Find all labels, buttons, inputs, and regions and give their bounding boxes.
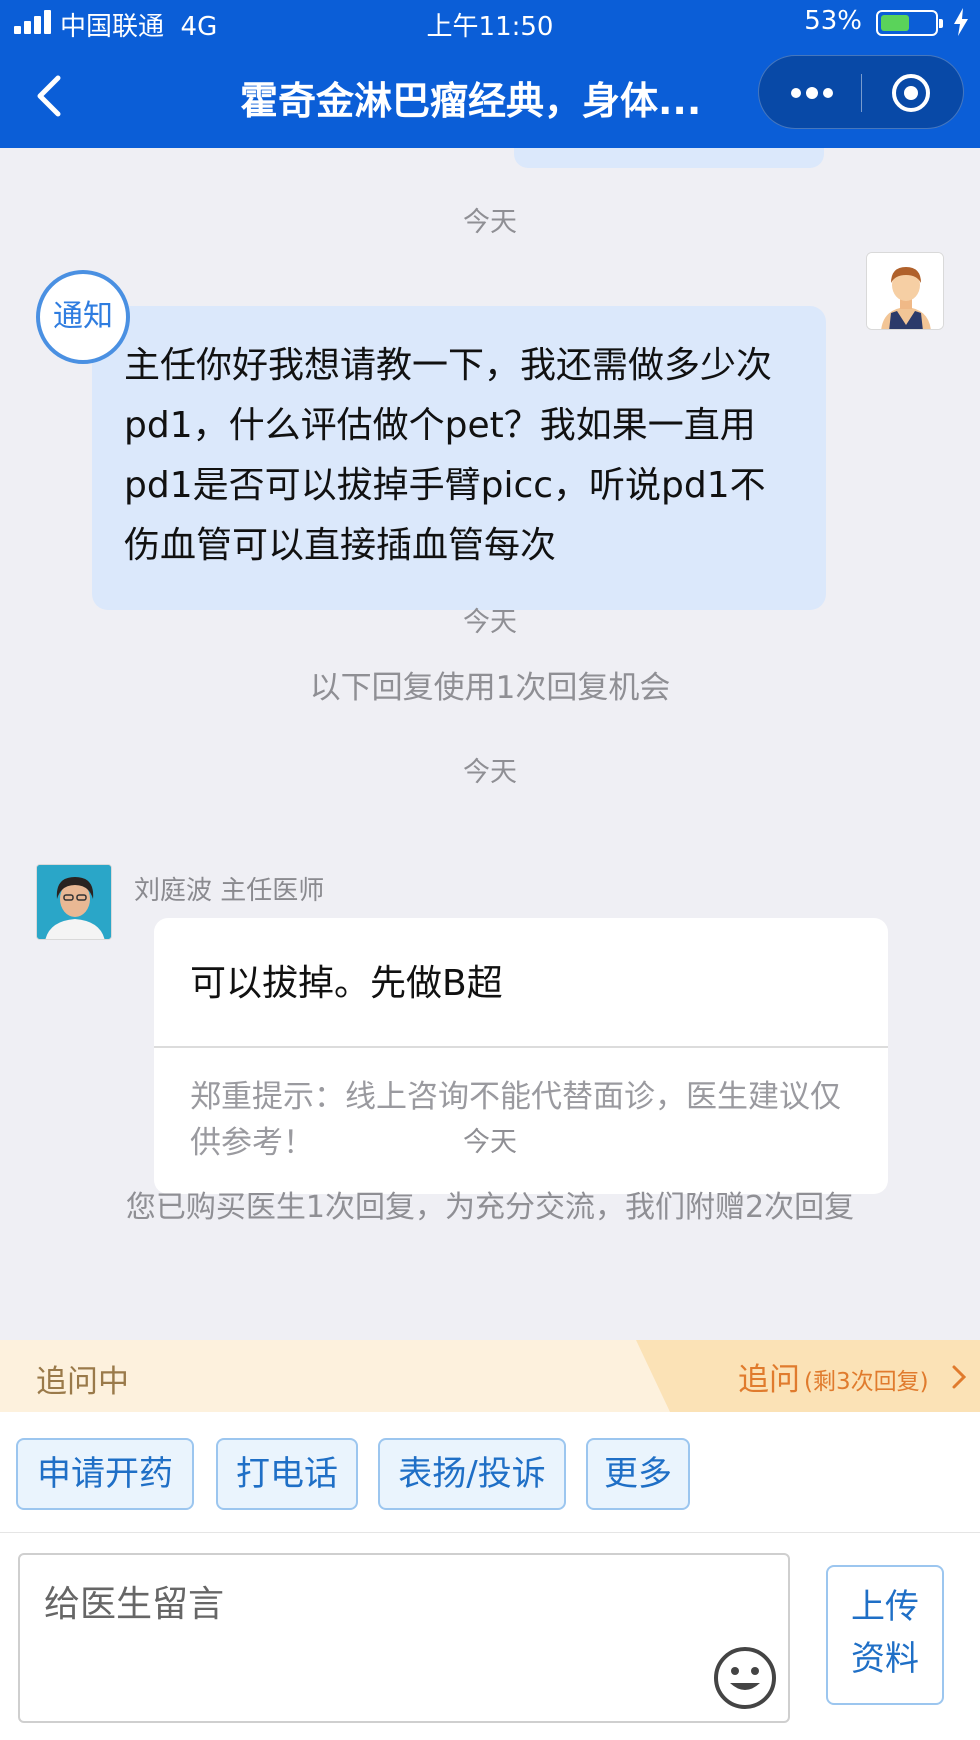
call-button[interactable]: 打电话 xyxy=(216,1438,358,1510)
more-button[interactable]: 更多 xyxy=(586,1438,690,1510)
chat-scroll-area[interactable]: 今天 主任你好我想请教一下，我还需做多少次pd1，什么评估做个pet？我如果一直… xyxy=(0,148,980,1340)
doctor-photo xyxy=(37,865,111,939)
praise-complaint-button[interactable]: 表扬/投诉 xyxy=(378,1438,566,1510)
doctor-name: 刘庭波 主任医师 xyxy=(134,876,325,906)
doctor-avatar[interactable] xyxy=(36,864,112,940)
page-title: 霍奇金淋巴瘤经典，身体... xyxy=(240,79,702,123)
status-bar: 中国联通 4G 上午11:50 53% xyxy=(0,0,980,44)
timestamp: 今天 xyxy=(463,607,517,638)
prescribe-button[interactable]: 申请开药 xyxy=(16,1438,194,1510)
battery-icon xyxy=(876,10,943,36)
previous-message-bubble xyxy=(514,148,824,168)
capsule-divider xyxy=(861,74,862,112)
bonus-reply-notice: 您已购买医生1次回复，为充分交流，我们附赠2次回复 xyxy=(125,1190,855,1225)
chevron-right-icon xyxy=(952,1365,967,1389)
timestamp: 今天 xyxy=(463,757,517,788)
timestamp: 今天 xyxy=(463,207,517,238)
upload-label-line1: 上传 xyxy=(851,1587,919,1627)
action-button-row: 申请开药 打电话 表扬/投诉 更多 xyxy=(0,1412,980,1532)
mini-program-capsule xyxy=(758,55,964,129)
charging-icon xyxy=(954,8,968,36)
upload-label-line2: 资料 xyxy=(851,1639,919,1679)
message-input-area: 上传 资料 xyxy=(0,1532,980,1740)
follow-up-button[interactable]: 追问 (剩3次回复) xyxy=(636,1340,980,1412)
doctor-reply-text: 可以拔掉。先做B超 xyxy=(190,963,503,1004)
back-chevron-icon[interactable] xyxy=(30,70,70,122)
battery-percent: 53% xyxy=(804,6,862,36)
target-icon[interactable] xyxy=(889,71,933,115)
follow-up-bar: 追问中 追问 (剩3次回复) xyxy=(0,1340,980,1412)
app-header: 中国联通 4G 上午11:50 53% 霍奇金淋巴瘤经典，身体... xyxy=(0,0,980,148)
notice-badge: 通知 xyxy=(36,270,130,364)
card-divider xyxy=(154,1046,888,1048)
user-message-bubble: 主任你好我想请教一下，我还需做多少次pd1，什么评估做个pet？我如果一直用pd… xyxy=(92,306,826,610)
emoji-icon[interactable] xyxy=(712,1645,778,1711)
follow-up-label: 追问 xyxy=(738,1362,800,1398)
more-dots-icon[interactable] xyxy=(787,74,837,112)
reply-usage-notice: 以下回复使用1次回复机会 xyxy=(309,670,671,706)
person-icon xyxy=(867,253,943,329)
remaining-replies: (剩3次回复) xyxy=(804,1369,929,1395)
user-avatar[interactable] xyxy=(866,252,944,330)
follow-up-status: 追问中 xyxy=(36,1364,129,1400)
timestamp: 今天 xyxy=(463,1127,517,1158)
message-input[interactable] xyxy=(18,1553,790,1723)
upload-materials-button[interactable]: 上传 资料 xyxy=(826,1565,944,1705)
